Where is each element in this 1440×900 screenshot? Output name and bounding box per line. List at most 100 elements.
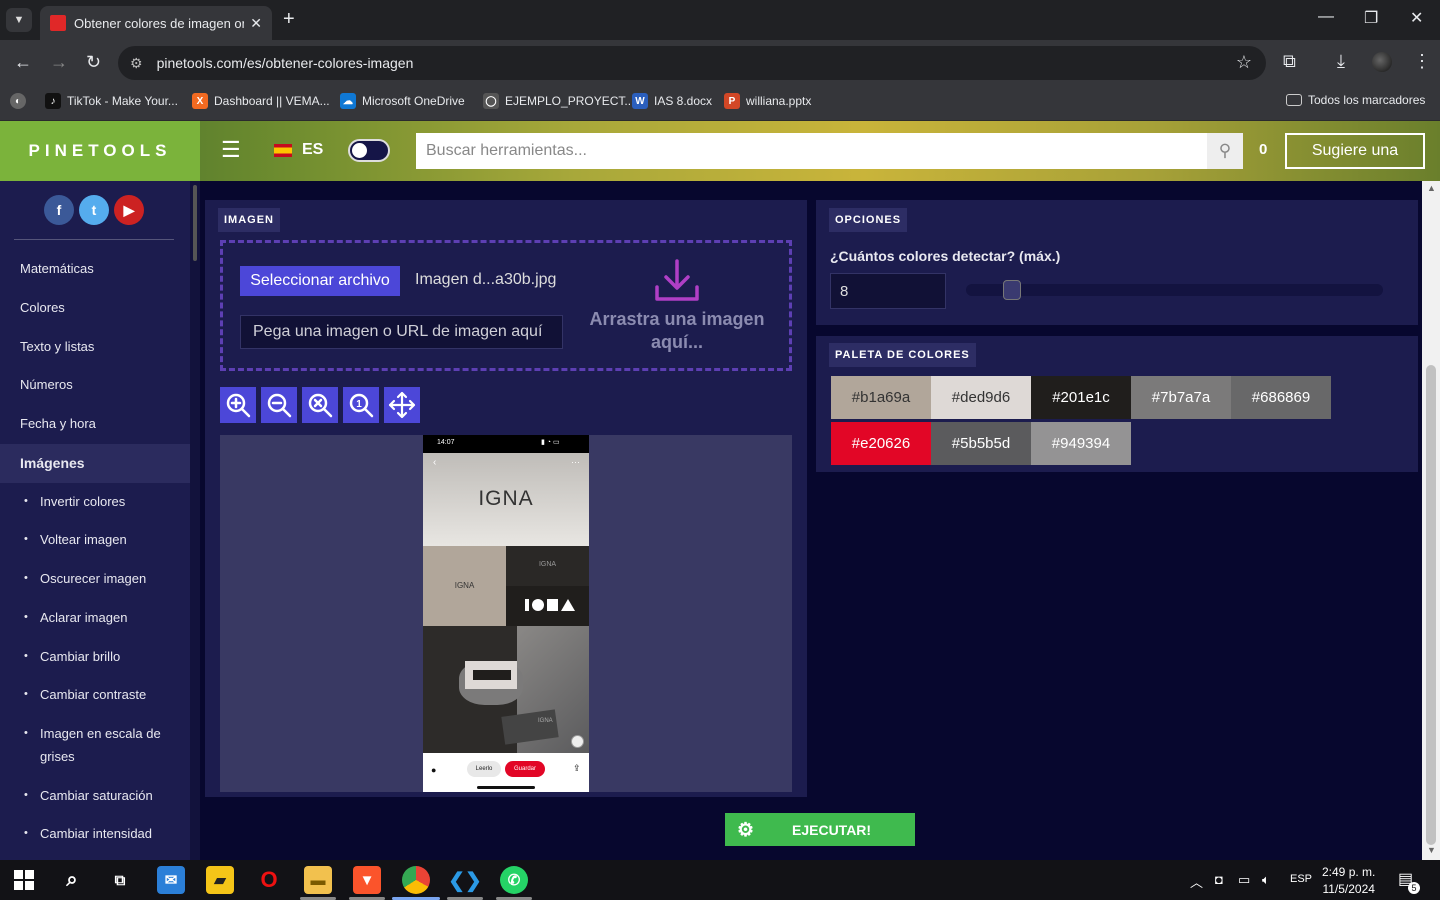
bookmark-item[interactable]: Pwilliana.pptx bbox=[724, 93, 811, 109]
network-icon[interactable]: ▭ bbox=[1238, 872, 1250, 888]
drop-zone[interactable]: Seleccionar archivo Imagen d...a30b.jpg … bbox=[220, 240, 792, 371]
whatsapp-icon[interactable]: ✆ bbox=[500, 866, 528, 894]
bookmark-star-icon[interactable]: ☆ bbox=[1236, 52, 1252, 73]
clock[interactable]: 2:49 p. m. 11/5/2024 bbox=[1322, 864, 1375, 898]
extensions-icon[interactable]: ⧉ bbox=[1283, 51, 1296, 72]
restore-icon[interactable]: ❐ bbox=[1364, 8, 1378, 28]
sidebar-scrollbar[interactable] bbox=[190, 181, 200, 860]
image-canvas[interactable]: 14:07 ▮ ◔ ▭ ‹ ··· IGNA IGNA IGNA IGNA ● … bbox=[220, 435, 792, 792]
sidebar-subitem[interactable]: Cambiar contraste bbox=[0, 683, 190, 706]
bookmark-item[interactable]: W IAS 8.docx bbox=[632, 93, 712, 109]
paste-url-input[interactable] bbox=[240, 315, 563, 349]
zoom-in-icon[interactable] bbox=[220, 387, 256, 423]
tab-search-button[interactable]: ▼ bbox=[6, 8, 32, 32]
color-count-input[interactable] bbox=[830, 273, 946, 309]
run-button[interactable]: ⚙ EJECUTAR! bbox=[725, 813, 915, 846]
sidebar-subitem[interactable]: Cambiar saturación bbox=[0, 784, 190, 807]
zoom-actual-size-icon[interactable]: 1 bbox=[343, 387, 379, 423]
sidebar-item-active-category[interactable]: Imágenes bbox=[0, 444, 190, 483]
sidebar-subitem[interactable]: Oscurecer imagen bbox=[0, 567, 190, 590]
sidebar-item-category[interactable]: Números bbox=[0, 373, 190, 396]
dark-mode-toggle[interactable] bbox=[348, 139, 390, 162]
reload-icon[interactable]: ↻ bbox=[86, 52, 101, 73]
color-swatch[interactable]: #5b5b5d bbox=[931, 422, 1031, 465]
bookmark-item[interactable]: ◯ EJEMPLO_PROYECT... bbox=[483, 93, 634, 109]
color-swatch[interactable]: #949394 bbox=[1031, 422, 1131, 465]
sidebar-item-category[interactable]: Matemáticas bbox=[0, 257, 190, 280]
sidebar-subitem[interactable]: Aclarar imagen bbox=[0, 606, 190, 629]
new-tab-button[interactable]: + bbox=[283, 8, 295, 31]
all-bookmarks-label: Todos los marcadores bbox=[1308, 93, 1426, 107]
color-swatch[interactable]: #7b7a7a bbox=[1131, 376, 1231, 419]
vscode-icon[interactable]: ❮❯ bbox=[448, 866, 482, 894]
back-icon[interactable]: ← bbox=[14, 52, 32, 73]
volume-icon[interactable]: 🔈︎ bbox=[1262, 872, 1270, 888]
bookmark-item[interactable]: ♪ TikTok - Make Your... bbox=[45, 93, 178, 109]
search-input[interactable] bbox=[416, 133, 1208, 169]
phone-more-icon: ··· bbox=[571, 457, 580, 467]
hamburger-menu-icon[interactable]: ☰ bbox=[221, 137, 241, 163]
sticky-notes-icon[interactable]: ▰ bbox=[206, 866, 234, 894]
spain-flag-icon[interactable] bbox=[274, 144, 292, 157]
sidebar-item-category[interactable]: Texto y listas bbox=[0, 335, 190, 358]
close-window-icon[interactable]: ✕ bbox=[1410, 8, 1423, 28]
site-settings-icon[interactable]: ⚙ bbox=[130, 55, 143, 72]
search-icon[interactable]: ⚲ bbox=[1207, 133, 1243, 169]
move-arrows-icon[interactable] bbox=[384, 387, 420, 423]
logo[interactable]: PINETOOLS bbox=[0, 121, 200, 181]
select-file-button[interactable]: Seleccionar archivo bbox=[240, 266, 400, 296]
sidebar-subitem[interactable]: Invertir colores bbox=[0, 490, 190, 513]
youtube-icon[interactable]: ▶ bbox=[114, 195, 144, 225]
browser-tab[interactable]: Obtener colores de imagen online ✕ bbox=[40, 6, 272, 40]
sidebar-subitem[interactable]: Cambiar intensidad bbox=[0, 822, 190, 845]
brand-mark-dark: IGNA bbox=[538, 561, 557, 568]
profile-avatar[interactable] bbox=[1372, 52, 1392, 72]
close-tab-icon[interactable]: ✕ bbox=[250, 15, 262, 32]
url-field[interactable]: ⚙ pinetools.com/es/obtener-colores-image… bbox=[118, 46, 1266, 80]
suggest-button[interactable]: Sugiere una bbox=[1285, 133, 1425, 169]
color-swatch[interactable]: #b1a69a bbox=[831, 376, 931, 419]
language-selector[interactable]: ES bbox=[302, 141, 323, 159]
facebook-icon[interactable]: f bbox=[44, 195, 74, 225]
file-explorer-icon[interactable]: ▬ bbox=[304, 866, 332, 894]
color-swatch[interactable]: #201e1c bbox=[1031, 376, 1131, 419]
color-swatch[interactable]: #686869 bbox=[1231, 376, 1331, 419]
page-scrollbar[interactable]: ▲ ▼ bbox=[1422, 181, 1440, 860]
minimize-icon[interactable]: — bbox=[1318, 8, 1334, 26]
all-bookmarks-folder[interactable]: Todos los marcadores bbox=[1286, 93, 1425, 107]
scroll-down-arrow-icon[interactable]: ▼ bbox=[1427, 845, 1436, 855]
mail-icon[interactable]: ✉ bbox=[157, 866, 185, 894]
sidebar-subitem[interactable]: Cambiar brillo bbox=[0, 645, 190, 668]
scroll-up-arrow-icon[interactable]: ▲ bbox=[1427, 183, 1436, 193]
sidebar-subitem[interactable]: Imagen en escala de grises bbox=[0, 722, 190, 768]
chrome-icon[interactable] bbox=[402, 866, 430, 894]
sidebar-item-category[interactable]: Colores bbox=[0, 296, 190, 319]
brave-icon[interactable]: ▼ bbox=[353, 866, 381, 894]
search-icon[interactable]: ⌕ bbox=[58, 866, 86, 894]
zoom-out-icon[interactable] bbox=[261, 387, 297, 423]
bookmark-label: Microsoft OneDrive bbox=[362, 94, 465, 108]
opera-icon[interactable]: O bbox=[255, 866, 283, 894]
menu-kebab-icon[interactable]: ⋮ bbox=[1413, 51, 1431, 72]
camera-icon[interactable]: ◘ bbox=[1215, 872, 1223, 887]
color-count-slider-handle[interactable] bbox=[1002, 280, 1021, 300]
windows-start-icon[interactable] bbox=[10, 866, 38, 894]
bookmark-item[interactable]: X Dashboard || VEMA... bbox=[192, 93, 330, 109]
sidebar-item-category[interactable]: Fecha y hora bbox=[0, 412, 190, 435]
bookmark-label: TikTok - Make Your... bbox=[67, 94, 178, 108]
forward-icon[interactable]: → bbox=[50, 52, 68, 73]
zoom-reset-icon[interactable] bbox=[302, 387, 338, 423]
download-icon[interactable]: ⤓ bbox=[1337, 51, 1345, 72]
language-indicator[interactable]: ESP bbox=[1290, 873, 1312, 885]
task-view-icon[interactable]: ⧉ bbox=[106, 866, 134, 894]
bookmark-label: EJEMPLO_PROYECT... bbox=[505, 94, 635, 108]
color-swatch[interactable]: #ded9d6 bbox=[931, 376, 1031, 419]
color-count-slider[interactable] bbox=[966, 284, 1383, 296]
color-swatch[interactable]: #e20626 bbox=[831, 422, 931, 465]
twitter-icon[interactable]: t bbox=[79, 195, 109, 225]
bookmark-label: Dashboard || VEMA... bbox=[214, 94, 330, 108]
bookmark-apps-icon[interactable]: ◐ bbox=[10, 93, 32, 109]
bookmark-item[interactable]: ☁ Microsoft OneDrive bbox=[340, 93, 465, 109]
tray-chevron-up-icon[interactable]: ︿ bbox=[1190, 872, 1203, 891]
sidebar-subitem[interactable]: Voltear imagen bbox=[0, 528, 190, 551]
